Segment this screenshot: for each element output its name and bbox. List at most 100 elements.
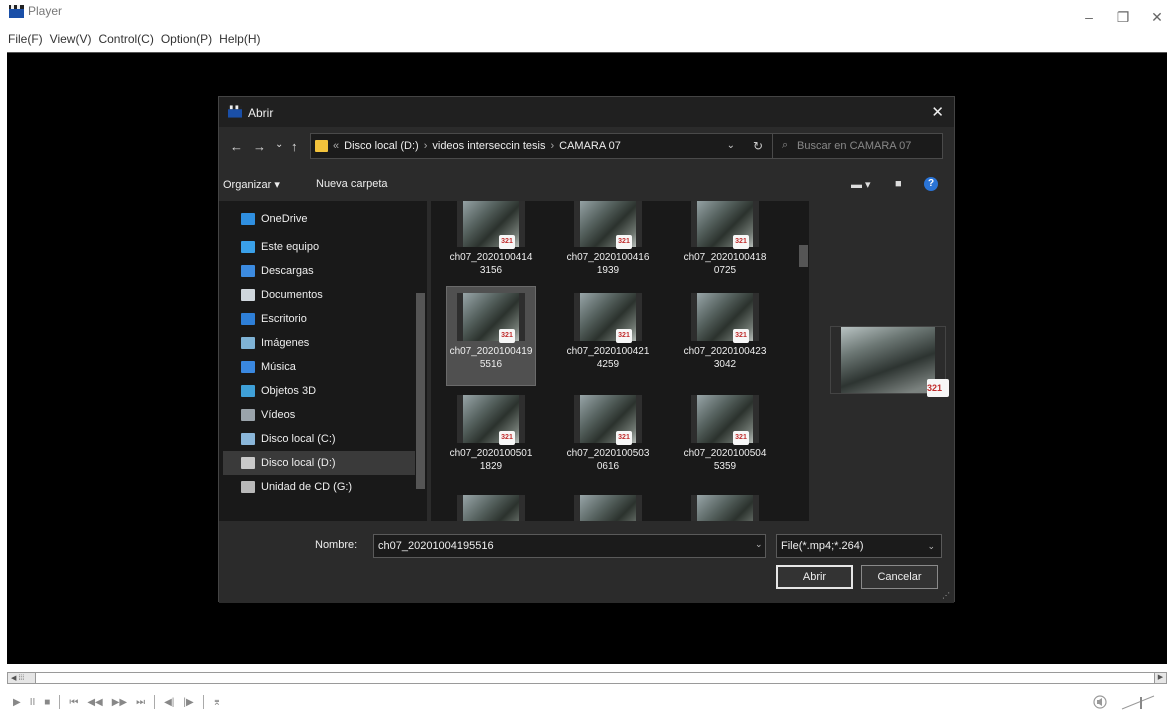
address-dropdown-icon[interactable]: ⌄ bbox=[727, 140, 735, 151]
file-name-line1: ch07_2020100418 bbox=[683, 252, 767, 263]
video-thumbnail[interactable] bbox=[574, 495, 642, 521]
file-name-line1: ch07_2020100503 bbox=[566, 448, 650, 459]
video-badge-icon: 321 bbox=[499, 235, 515, 249]
previous-button[interactable]: ⏮ bbox=[69, 697, 78, 708]
video-thumbnail[interactable] bbox=[457, 495, 525, 521]
sidebar-item[interactable]: Documentos bbox=[223, 283, 415, 307]
forward-button[interactable]: → bbox=[253, 139, 266, 154]
file-name-line1: ch07_2020100414 bbox=[449, 252, 533, 263]
file-item[interactable]: 321 ch07_2020100423 3042 bbox=[681, 287, 769, 385]
menu-help[interactable]: Help(H) bbox=[219, 32, 260, 50]
sidebar-item[interactable]: Imágenes bbox=[223, 331, 415, 355]
file-item[interactable]: 321 ch07_2020100414 3156 bbox=[447, 201, 535, 291]
play-button[interactable]: ▶ bbox=[13, 697, 21, 708]
drive-icon bbox=[241, 433, 255, 445]
filename-dropdown-icon[interactable]: ⌄ bbox=[755, 539, 763, 550]
navigation-pane: OneDrive Este equipo Descargas Documentos Es… bbox=[219, 201, 427, 521]
dialog-close-button[interactable]: ✕ bbox=[931, 103, 944, 121]
new-folder-button[interactable]: Nueva carpeta bbox=[316, 178, 388, 190]
fast-forward-button[interactable]: ▶▶ bbox=[112, 697, 127, 708]
back-button[interactable]: ← bbox=[230, 139, 243, 154]
video-thumbnail: 321 bbox=[691, 201, 759, 249]
video-badge-icon: 321 bbox=[499, 329, 515, 343]
step-forward-button[interactable]: |▶ bbox=[183, 697, 193, 708]
file-item[interactable]: 321 ch07_2020100419 5516 bbox=[446, 286, 536, 386]
cube-icon bbox=[241, 385, 255, 397]
file-name-line2: 3042 bbox=[713, 359, 737, 370]
breadcrumb: « Disco local (D:) › videos interseccin … bbox=[333, 140, 621, 152]
help-icon[interactable]: ? bbox=[924, 177, 938, 191]
file-item[interactable]: 321 ch07_2020100501 1829 bbox=[447, 389, 535, 487]
sidebar-item[interactable]: OneDrive bbox=[223, 207, 415, 231]
close-button[interactable]: ✕ bbox=[1140, 0, 1174, 34]
volume-slider[interactable] bbox=[1121, 694, 1155, 710]
refresh-icon[interactable]: ↻ bbox=[753, 139, 763, 153]
sidebar-item[interactable]: Este equipo bbox=[223, 235, 415, 259]
file-name-line2: 5516 bbox=[479, 359, 503, 370]
file-item[interactable]: 321 ch07_2020100416 1939 bbox=[564, 201, 652, 291]
rewind-button[interactable]: ◀◀ bbox=[87, 697, 102, 708]
breadcrumb-camara[interactable]: CAMARA 07 bbox=[559, 140, 621, 152]
seek-bar[interactable]: ◀ ⁞⁞⁞ ▶ bbox=[7, 672, 1167, 684]
step-back-button[interactable]: ◀| bbox=[164, 697, 174, 708]
file-item[interactable]: 321 ch07_2020100504 5359 bbox=[681, 389, 769, 487]
divider bbox=[154, 695, 156, 709]
preview-pane-icon[interactable]: ■ bbox=[895, 178, 902, 190]
seek-thumb[interactable]: ◀ ⁞⁞⁞ bbox=[8, 673, 36, 683]
breadcrumb-separator: › bbox=[423, 140, 428, 152]
music-icon bbox=[241, 361, 255, 373]
menu-control[interactable]: Control(C) bbox=[98, 32, 153, 50]
minimize-button[interactable]: – bbox=[1072, 0, 1106, 34]
menu-option[interactable]: Option(P) bbox=[161, 32, 212, 50]
filename-field[interactable] bbox=[373, 534, 766, 558]
breadcrumb-disco-d[interactable]: Disco local (D:) bbox=[344, 140, 419, 152]
file-item[interactable]: 321 ch07_2020100418 0725 bbox=[681, 201, 769, 291]
sidebar-item-label: Este equipo bbox=[261, 241, 320, 253]
sidebar-item[interactable]: Objetos 3D bbox=[223, 379, 415, 403]
next-button[interactable]: ⏭ bbox=[136, 697, 145, 708]
search-placeholder: Buscar en CAMARA 07 bbox=[797, 140, 912, 152]
video-icon bbox=[241, 409, 255, 421]
open-button[interactable]: Abrir bbox=[776, 565, 853, 589]
eject-button[interactable]: ⌆ bbox=[213, 697, 221, 708]
sidebar-item[interactable]: Vídeos bbox=[223, 403, 415, 427]
sidebar-item[interactable]: Descargas bbox=[223, 259, 415, 283]
organize-button[interactable]: Organizar ▾ bbox=[223, 178, 280, 191]
sidebar-item[interactable]: Disco local (D:) bbox=[223, 451, 415, 475]
file-item[interactable]: 321 ch07_2020100503 0616 bbox=[564, 389, 652, 487]
playback-controls: ▶ II ■ ⏮ ◀◀ ▶▶ ⏭ ◀| |▶ ⌆ bbox=[7, 690, 1167, 714]
breadcrumb-overflow[interactable]: « bbox=[333, 140, 339, 152]
folder-icon bbox=[315, 140, 328, 152]
menu-view[interactable]: View(V) bbox=[50, 32, 92, 50]
file-name-line2: 0725 bbox=[713, 265, 737, 276]
file-item[interactable]: 321 ch07_2020100421 4259 bbox=[564, 287, 652, 385]
stop-button[interactable]: ■ bbox=[44, 697, 50, 708]
sidebar-item[interactable]: Disco local (C:) bbox=[223, 427, 415, 451]
menu-file[interactable]: File(F) bbox=[8, 32, 43, 50]
dialog-title: Abrir bbox=[248, 106, 274, 120]
nav-scrollbar[interactable] bbox=[414, 201, 426, 521]
files-scrollbar[interactable] bbox=[797, 201, 809, 521]
window-title: Player bbox=[28, 4, 63, 18]
seek-end-button[interactable]: ▶ bbox=[1154, 673, 1166, 683]
sidebar-item-label: Descargas bbox=[261, 265, 314, 277]
video-thumbnail[interactable] bbox=[691, 495, 759, 521]
view-options-icon[interactable]: ▬ ▾ bbox=[851, 178, 871, 191]
resize-grip[interactable]: ⋰ bbox=[942, 591, 950, 600]
sidebar-item[interactable]: Escritorio bbox=[223, 307, 415, 331]
address-bar[interactable]: « Disco local (D:) › videos interseccin … bbox=[310, 133, 774, 159]
restore-button[interactable]: ❐ bbox=[1106, 0, 1140, 34]
search-box[interactable]: ⌕ Buscar en CAMARA 07 bbox=[772, 133, 943, 159]
chevron-down-icon: ⌄ bbox=[927, 541, 935, 551]
mute-icon[interactable] bbox=[1093, 695, 1107, 709]
file-type-value: File(*.mp4;*.264) bbox=[781, 540, 864, 552]
breadcrumb-videos[interactable]: videos interseccin tesis bbox=[432, 140, 545, 152]
recent-locations-button[interactable]: ⌄ bbox=[275, 139, 283, 150]
sidebar-item-label: OneDrive bbox=[261, 213, 308, 225]
cancel-button[interactable]: Cancelar bbox=[861, 565, 938, 589]
pause-button[interactable]: II bbox=[30, 697, 36, 708]
file-type-select[interactable]: File(*.mp4;*.264) ⌄ bbox=[776, 534, 942, 558]
sidebar-item[interactable]: Unidad de CD (G:) bbox=[223, 475, 415, 499]
sidebar-item[interactable]: Música bbox=[223, 355, 415, 379]
up-button[interactable]: ↑ bbox=[291, 139, 298, 154]
